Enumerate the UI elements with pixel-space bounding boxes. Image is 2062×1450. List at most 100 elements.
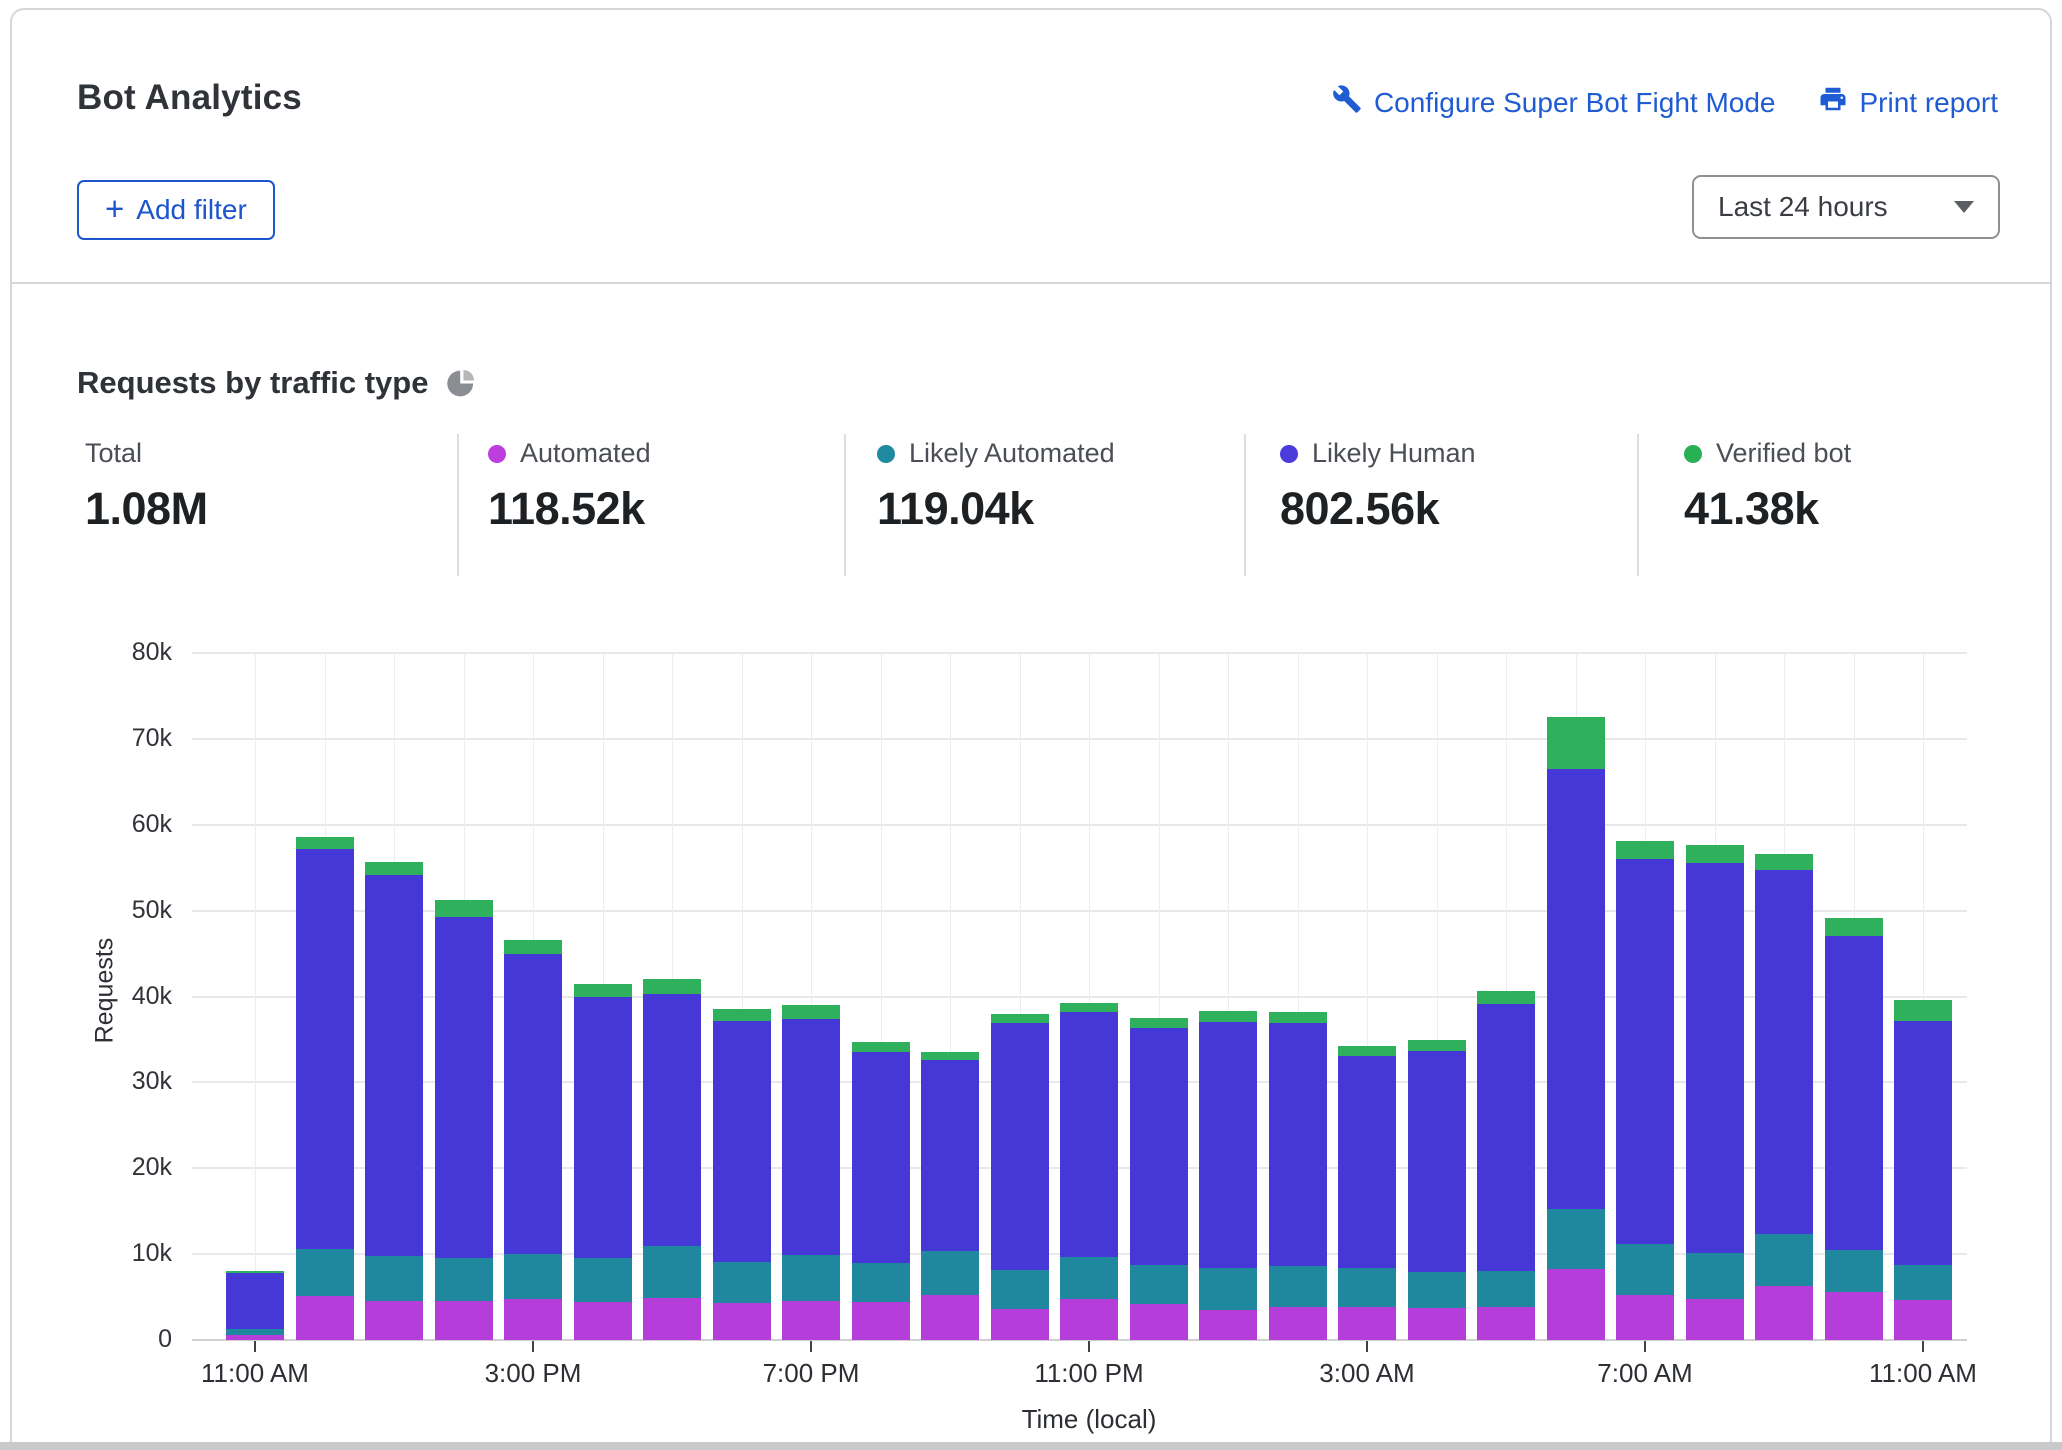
stat-column-verified-bot: Verified bot41.38k <box>1684 438 1851 535</box>
header-divider <box>12 282 2050 284</box>
x-tick <box>1088 1341 1090 1352</box>
bar-segment-automated <box>1269 1307 1327 1340</box>
x-tick <box>532 1341 534 1352</box>
x-tick <box>1366 1341 1368 1352</box>
bar-segment-likely-automated <box>1825 1250 1883 1292</box>
stat-column-total: Total1.08M <box>85 438 208 535</box>
stacked-bar[interactable] <box>1060 1003 1118 1340</box>
stacked-bar[interactable] <box>991 1014 1049 1340</box>
bar-segment-likely-human <box>226 1273 284 1329</box>
gridline <box>192 652 1967 654</box>
stacked-bar[interactable] <box>574 984 632 1340</box>
stacked-bar[interactable] <box>1477 991 1535 1340</box>
bar-segment-likely-human <box>782 1019 840 1255</box>
bar-segment-automated <box>1686 1299 1744 1340</box>
bar-segment-automated <box>643 1298 701 1340</box>
stacked-bar[interactable] <box>713 1009 771 1340</box>
bar-segment-likely-human <box>643 994 701 1246</box>
bar-segment-likely-automated <box>991 1270 1049 1309</box>
bar-segment-automated <box>1547 1269 1605 1340</box>
chevron-down-icon <box>1954 201 1974 213</box>
bar-segment-automated <box>782 1301 840 1341</box>
stat-label: Likely Human <box>1312 438 1476 469</box>
stacked-bar[interactable] <box>1686 845 1744 1340</box>
bar-segment-verified-bot <box>296 837 354 849</box>
stacked-bar[interactable] <box>226 1271 284 1340</box>
bar-segment-likely-automated <box>643 1246 701 1298</box>
configure-super-bot-fight-mode-link[interactable]: Configure Super Bot Fight Mode <box>1332 84 1776 121</box>
bar-segment-verified-bot <box>1199 1011 1257 1022</box>
time-range-select[interactable]: Last 24 hours <box>1692 175 2000 239</box>
bar-segment-likely-automated <box>1894 1265 1952 1299</box>
x-tick <box>810 1341 812 1352</box>
bar-segment-verified-bot <box>713 1009 771 1022</box>
x-tick <box>1644 1341 1646 1352</box>
stat-value: 41.38k <box>1684 483 1851 535</box>
y-tick-label: 20k <box>28 1153 172 1182</box>
bar-segment-likely-automated <box>504 1254 562 1299</box>
bar-segment-verified-bot <box>643 979 701 994</box>
stacked-bar[interactable] <box>852 1042 910 1340</box>
print-link-label: Print report <box>1860 87 1999 119</box>
legend-dot <box>488 445 506 463</box>
bar-segment-likely-human <box>1755 870 1813 1234</box>
section-title-row: Requests by traffic type <box>77 365 477 401</box>
time-range-value: Last 24 hours <box>1718 191 1888 223</box>
bar-segment-likely-automated <box>1616 1244 1674 1295</box>
stacked-bar[interactable] <box>1199 1011 1257 1340</box>
bar-segment-likely-automated <box>782 1255 840 1301</box>
stacked-bar[interactable] <box>643 979 701 1340</box>
bar-segment-likely-human <box>1825 936 1883 1250</box>
stat-label-row: Likely Automated <box>877 438 1115 469</box>
stat-column-likely-human: Likely Human 802.56k <box>1280 438 1476 535</box>
stacked-bar[interactable] <box>1130 1018 1188 1340</box>
stacked-bar[interactable] <box>504 940 562 1340</box>
bar-segment-likely-automated <box>1130 1265 1188 1304</box>
stat-label-row: Total <box>85 438 208 469</box>
stacked-bar[interactable] <box>1755 854 1813 1340</box>
add-filter-button[interactable]: + Add filter <box>77 180 275 240</box>
bar-segment-likely-automated <box>1338 1268 1396 1308</box>
stacked-bar[interactable] <box>1616 841 1674 1340</box>
stacked-bar[interactable] <box>1825 918 1883 1340</box>
x-tick <box>254 1341 256 1352</box>
stat-label: Likely Automated <box>909 438 1115 469</box>
stacked-bar[interactable] <box>1894 1000 1952 1340</box>
bar-segment-likely-automated <box>1408 1272 1466 1308</box>
stat-divider <box>457 434 459 576</box>
stacked-bar[interactable] <box>1269 1012 1327 1340</box>
stacked-bar[interactable] <box>1338 1046 1396 1340</box>
bar-segment-verified-bot <box>574 984 632 997</box>
bot-analytics-card: Bot Analytics Configure Super Bot Fight … <box>10 8 2052 1450</box>
bar-segment-likely-human <box>1686 863 1744 1253</box>
stacked-bar[interactable] <box>296 837 354 1340</box>
stacked-bar[interactable] <box>782 1005 840 1340</box>
x-tick-label: 11:00 PM <box>979 1358 1199 1389</box>
bar-segment-likely-human <box>991 1023 1049 1270</box>
stacked-bar[interactable] <box>435 900 493 1340</box>
stacked-bar[interactable] <box>1408 1040 1466 1340</box>
bar-segment-verified-bot <box>1338 1046 1396 1055</box>
bar-segment-automated <box>1408 1308 1466 1340</box>
y-axis-title: Requests <box>91 886 120 1096</box>
bar-segment-automated <box>296 1296 354 1340</box>
bar-segment-likely-automated <box>1199 1268 1257 1310</box>
header-links: Configure Super Bot Fight Mode Print rep… <box>1332 84 1998 121</box>
legend-dot <box>1280 445 1298 463</box>
stacked-bar[interactable] <box>365 862 423 1340</box>
stat-value: 802.56k <box>1280 483 1476 535</box>
bar-segment-verified-bot <box>782 1005 840 1019</box>
legend-dot <box>1684 445 1702 463</box>
print-report-link[interactable]: Print report <box>1818 84 1999 121</box>
bar-segment-likely-automated <box>1755 1234 1813 1286</box>
bar-segment-verified-bot <box>1894 1000 1952 1021</box>
stacked-bar[interactable] <box>921 1052 979 1341</box>
x-axis-title: Time (local) <box>939 1404 1239 1435</box>
stat-value: 119.04k <box>877 483 1115 535</box>
stat-value: 118.52k <box>488 483 651 535</box>
bar-segment-likely-automated <box>713 1262 771 1303</box>
bar-segment-likely-human <box>365 875 423 1255</box>
x-tick-label: 3:00 PM <box>423 1358 643 1389</box>
y-tick-label: 70k <box>28 724 172 753</box>
stacked-bar[interactable] <box>1547 717 1605 1340</box>
